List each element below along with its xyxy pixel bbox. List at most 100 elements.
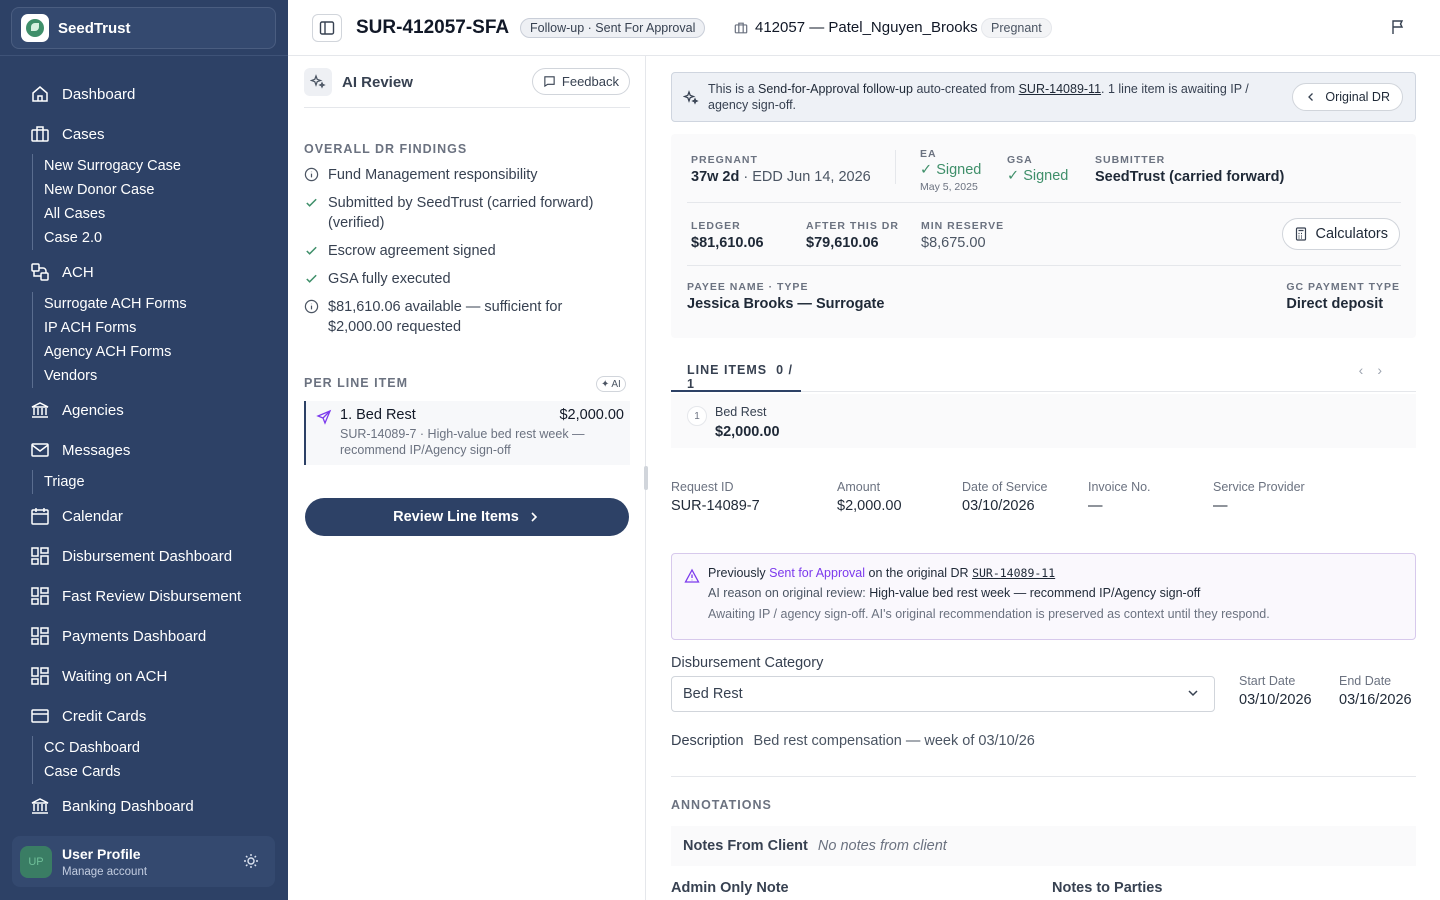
case-reference[interactable]: 412057 — Patel_Nguyen_Brooks <box>734 19 978 36</box>
start-date-field[interactable]: Start Date 03/10/2026 <box>1239 674 1312 708</box>
chevron-right-icon[interactable]: › <box>1377 362 1396 378</box>
service-provider-field: Service Provider — <box>1213 480 1305 514</box>
briefcase-icon <box>734 22 748 33</box>
check-icon <box>304 241 328 264</box>
user-subtitle: Manage account <box>62 865 148 878</box>
select-value: Bed Rest <box>683 686 743 702</box>
sidebar-subitem-ip-ach-forms[interactable]: IP ACH Forms <box>44 318 136 338</box>
finding-text: Escrow agreement signed <box>328 243 496 259</box>
line-item-row[interactable]: 1 Bed Rest $2,000.00 <box>671 394 1416 448</box>
end-date-value: 03/16/2026 <box>1339 692 1412 708</box>
briefcase-icon <box>30 124 50 144</box>
per-line-item-label: PER LINE ITEM <box>304 376 408 390</box>
previous-approval-alert: Previously Sent for Approval on the orig… <box>671 553 1416 640</box>
divider <box>687 202 1401 203</box>
submitter-label: SUBMITTER <box>1095 154 1166 166</box>
pregnant-label: PREGNANT <box>691 154 758 166</box>
alert-awaiting-text: Awaiting IP / agency sign-off. AI's orig… <box>708 607 1270 621</box>
sidebar-toggle-button[interactable] <box>312 14 342 42</box>
sidebar-item-disbursement-dashboard[interactable]: Disbursement Dashboard <box>30 544 232 568</box>
sidebar-subitem-all-cases[interactable]: All Cases <box>44 204 105 224</box>
original-dr-link[interactable]: SUR-14089-11 <box>1019 82 1101 96</box>
pregnant-badge: Pregnant <box>981 18 1052 38</box>
submenu-line <box>32 470 33 494</box>
theme-toggle-icon[interactable] <box>243 853 259 874</box>
warning-icon <box>684 568 700 589</box>
start-date-label: Start Date <box>1239 674 1296 688</box>
grid-icon <box>30 666 50 686</box>
ledger-value: $81,610.06 <box>691 235 764 251</box>
sidebar: SeedTrust Dashboard Cases New Surrogacy … <box>0 0 288 900</box>
ea-field: EA ✓ Signed May 5, 2025 <box>920 148 981 193</box>
status-badge: Follow-up · Sent For Approval <box>520 18 706 38</box>
after-dr-value: $79,610.06 <box>806 235 879 251</box>
original-dr-button[interactable]: Original DR <box>1292 83 1403 111</box>
case-reference-text: 412057 — Patel_Nguyen_Brooks <box>755 19 978 36</box>
sidebar-item-payments-dashboard[interactable]: Payments Dashboard <box>30 624 206 648</box>
pregnant-field: PREGNANT 37w 2d · EDD Jun 14, 2026 <box>691 154 871 185</box>
finding-text: Fund Management responsibility <box>328 167 538 183</box>
sidebar-item-fast-review-disbursement[interactable]: Fast Review Disbursement <box>30 584 241 608</box>
line-item-title: 1. Bed Rest <box>340 407 416 423</box>
sidebar-item-label: Waiting on ACH <box>62 667 168 685</box>
sidebar-item-cases[interactable]: Cases <box>30 122 105 146</box>
calculators-button[interactable]: Calculators <box>1282 218 1400 250</box>
sidebar-subitem-new-surrogacy-case[interactable]: New Surrogacy Case <box>44 156 181 176</box>
panel-resize-handle[interactable] <box>644 466 648 490</box>
sidebar-subitem-case-2[interactable]: Case 2.0 <box>44 228 102 248</box>
sidebar-subitem-surrogate-ach-forms[interactable]: Surrogate ACH Forms <box>44 294 187 314</box>
end-date-label: End Date <box>1339 674 1392 688</box>
main-content: SUR-412057-SFA Follow-up · Sent For Appr… <box>288 0 1440 900</box>
sidebar-item-agencies[interactable]: Agencies <box>30 398 124 422</box>
sidebar-item-dashboard[interactable]: Dashboard <box>30 82 135 106</box>
chevron-left-icon[interactable]: ‹ <box>1359 362 1378 378</box>
brand[interactable]: SeedTrust <box>11 7 276 49</box>
description-value[interactable]: Bed rest compensation — week of 03/10/26 <box>754 733 1035 749</box>
ai-review-title: AI Review <box>342 74 413 91</box>
sidebar-item-label: Messages <box>62 441 131 459</box>
feedback-label: Feedback <box>561 74 619 89</box>
review-line-items-button[interactable]: Review Line Items <box>305 498 629 536</box>
sidebar-item-credit-cards[interactable]: Credit Cards <box>30 704 146 728</box>
divider <box>687 265 1401 266</box>
gc-payment-field: GC PAYMENT TYPE Direct deposit <box>1286 281 1400 312</box>
original-dr-label: Original DR <box>1325 90 1390 104</box>
line-items-pager[interactable]: ‹› <box>1359 362 1396 378</box>
user-profile[interactable]: UP User Profile Manage account <box>12 836 275 887</box>
sidebar-item-messages[interactable]: Messages <box>30 438 130 462</box>
ea-status: Signed <box>936 162 982 178</box>
disbursement-category-select[interactable]: Bed Rest <box>671 676 1215 712</box>
notice-text: This is a <box>708 82 759 96</box>
field-value: 03/10/2026 <box>962 498 1035 514</box>
ledger-label: LEDGER <box>691 220 741 232</box>
sidebar-subitem-agency-ach-forms[interactable]: Agency ACH Forms <box>44 342 171 362</box>
sidebar-item-waiting-on-ach[interactable]: Waiting on ACH <box>30 664 167 688</box>
end-date-field[interactable]: End Date 03/16/2026 <box>1339 674 1412 708</box>
tab-line-items[interactable]: LINE ITEMS 0 / 1 <box>671 352 801 392</box>
sidebar-subitem-vendors[interactable]: Vendors <box>44 366 97 386</box>
sidebar-subitem-triage[interactable]: Triage <box>44 472 85 492</box>
submitter-field: SUBMITTER SeedTrust (carried forward) <box>1095 154 1284 185</box>
calculator-icon <box>1296 227 1307 241</box>
original-dr-link[interactable]: SUR-14089-11 <box>972 566 1055 580</box>
sidebar-item-banking-dashboard[interactable]: Banking Dashboard <box>30 794 194 818</box>
flag-button[interactable] <box>1390 19 1406 40</box>
sidebar-subitem-case-cards[interactable]: Case Cards <box>44 762 121 782</box>
sidebar-item-calendar[interactable]: Calendar <box>30 504 123 528</box>
ai-review-header: AI Review Feedback <box>304 68 630 108</box>
review-line-items-label: Review Line Items <box>393 509 519 525</box>
sidebar-subitem-cc-dashboard[interactable]: CC Dashboard <box>44 738 140 758</box>
sidebar-item-ach[interactable]: ACH <box>30 260 94 284</box>
grid-icon <box>30 586 50 606</box>
field-value: — <box>1088 498 1103 514</box>
notes-to-parties-label: Notes to Parties <box>1052 880 1163 896</box>
ai-line-item-card[interactable]: 1. Bed Rest $2,000.00 SUR-14089-7 · High-… <box>304 401 630 465</box>
flag-icon <box>1392 20 1404 34</box>
ai-reason-label: AI reason on original review: <box>708 586 870 600</box>
payee-field: PAYEE NAME · TYPE Jessica Brooks — Surro… <box>687 281 884 312</box>
feedback-button[interactable]: Feedback <box>531 68 630 95</box>
submitter-value: SeedTrust (carried forward) <box>1095 169 1285 185</box>
after-dr-label: AFTER THIS DR <box>806 220 899 232</box>
sidebar-subitem-new-donor-case[interactable]: New Donor Case <box>44 180 154 200</box>
field-label: Invoice No. <box>1088 480 1151 494</box>
